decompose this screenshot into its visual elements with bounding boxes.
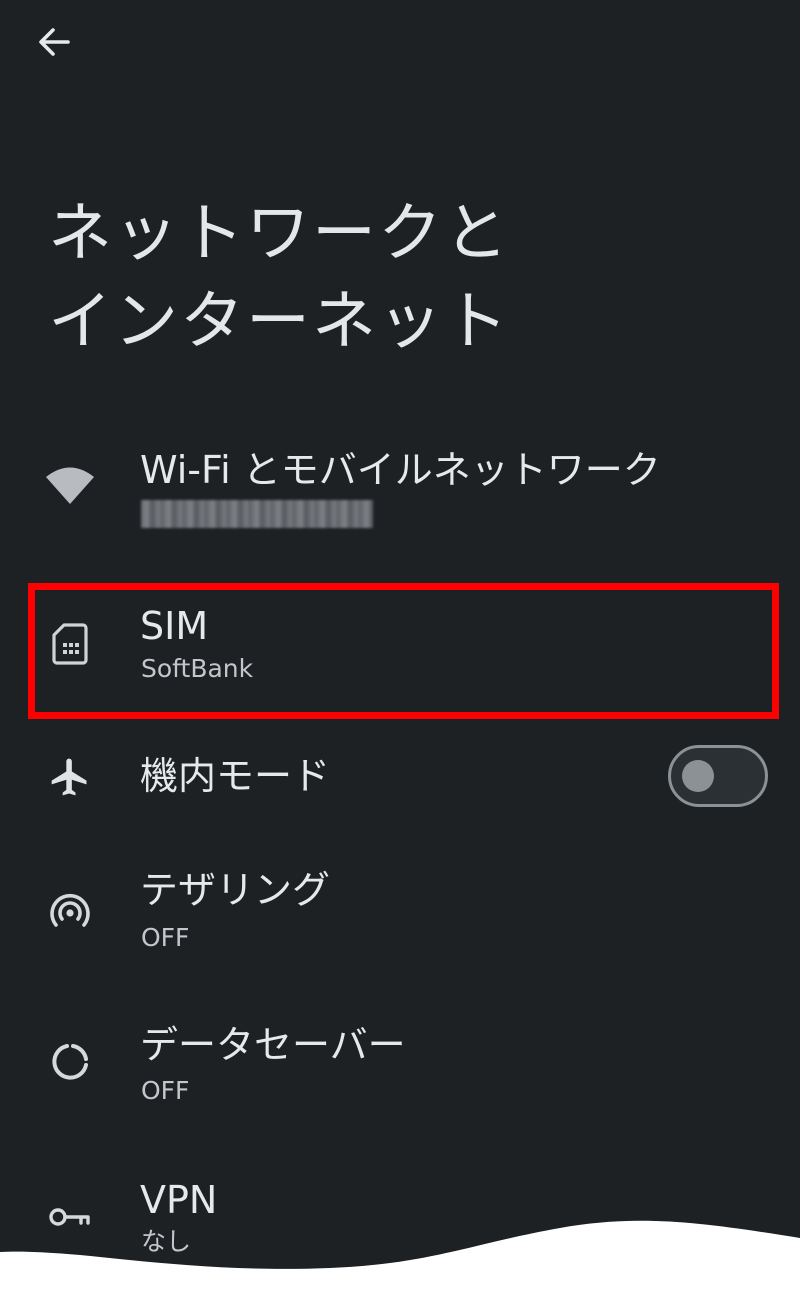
setting-tethering-title: テザリング xyxy=(140,868,331,912)
setting-wifi[interactable]: Wi-Fi とモバイルネットワーク xyxy=(0,445,800,555)
setting-wifi-subtitle-redacted xyxy=(141,500,373,528)
setting-tethering-subtitle: OFF xyxy=(141,923,190,952)
back-button[interactable] xyxy=(26,14,82,70)
sim-card-icon xyxy=(44,618,96,670)
setting-sim[interactable]: SIM SoftBank xyxy=(0,598,800,698)
setting-sim-title: SIM xyxy=(140,604,209,648)
page-title-line2: インターネット xyxy=(48,285,510,359)
setting-airplane-title: 機内モード xyxy=(140,754,331,798)
setting-vpn-title: VPN xyxy=(140,1178,218,1222)
setting-data-saver-subtitle: OFF xyxy=(141,1076,190,1105)
airplane-icon xyxy=(44,751,96,803)
setting-vpn-subtitle: なし xyxy=(141,1227,192,1256)
page-title-line1: ネットワークと xyxy=(48,197,510,271)
airplane-mode-toggle[interactable] xyxy=(668,745,768,807)
setting-vpn[interactable]: VPN なし xyxy=(0,1175,800,1260)
vpn-key-icon xyxy=(44,1191,96,1243)
setting-wifi-title: Wi-Fi とモバイルネットワーク xyxy=(140,448,661,492)
toggle-thumb xyxy=(682,760,714,792)
settings-screen: ネットワークと インターネット Wi-Fi とモバイルネットワーク SIM So… xyxy=(0,0,800,1300)
data-saver-icon xyxy=(44,1036,96,1088)
wifi-icon xyxy=(44,461,96,513)
setting-tethering[interactable]: テザリング OFF xyxy=(0,865,800,965)
setting-data-saver[interactable]: データセーバー OFF xyxy=(0,1020,800,1120)
hotspot-icon xyxy=(44,885,96,937)
setting-data-saver-title: データセーバー xyxy=(140,1023,406,1067)
page-title: ネットワークと インターネット xyxy=(48,190,768,366)
arrow-back-icon xyxy=(39,28,70,56)
setting-sim-subtitle: SoftBank xyxy=(141,654,254,683)
